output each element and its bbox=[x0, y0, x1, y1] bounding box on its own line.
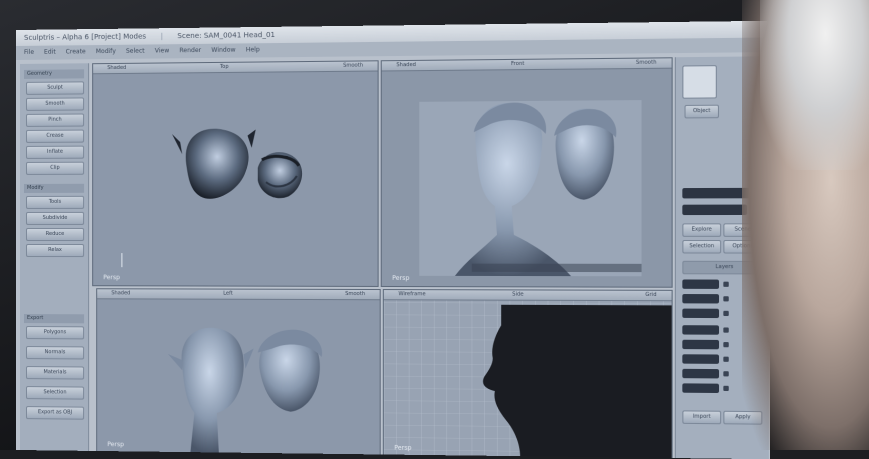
tool-inflate-button[interactable]: Inflate bbox=[26, 146, 84, 159]
menu-file[interactable]: File bbox=[24, 46, 34, 60]
modify-tools-button[interactable]: Tools bbox=[26, 196, 84, 209]
layer-visibility-icon[interactable] bbox=[723, 327, 728, 332]
modify-relax-button[interactable]: Relax bbox=[26, 244, 84, 257]
menu-modify[interactable]: Modify bbox=[96, 45, 116, 59]
layer-row[interactable] bbox=[682, 325, 719, 335]
scene-name: Scene: SAM_0041 Head_01 bbox=[177, 31, 275, 40]
left-tool-panel: Geometry Sculpt Smooth Pinch Crease Infl… bbox=[20, 63, 89, 451]
observer-hair bbox=[760, 0, 869, 170]
viewport-label: Persp bbox=[107, 441, 124, 448]
tool-smooth-button[interactable]: Smooth bbox=[26, 97, 84, 110]
panel-heading-geometry: Geometry bbox=[24, 69, 84, 79]
window-title: Sculptris – Alpha 6 [Project] Modes bbox=[24, 32, 146, 41]
object-button[interactable]: Object bbox=[684, 105, 719, 119]
menu-window[interactable]: Window bbox=[211, 44, 235, 58]
tool-sculpt-button[interactable]: Sculpt bbox=[26, 81, 84, 95]
layer-row[interactable] bbox=[682, 279, 719, 288]
layer-visibility-icon[interactable] bbox=[723, 371, 728, 376]
layer-row[interactable] bbox=[682, 354, 719, 364]
application-screen: Sculptris – Alpha 6 [Project] Modes | Sc… bbox=[16, 21, 770, 459]
menu-select[interactable]: Select bbox=[126, 45, 145, 59]
viewport-label: Persp bbox=[392, 275, 409, 282]
layer-visibility-icon[interactable] bbox=[723, 296, 728, 301]
tool-clip-button[interactable]: Clip bbox=[26, 162, 84, 175]
selection-button[interactable]: Selection bbox=[682, 240, 721, 254]
menu-create[interactable]: Create bbox=[66, 45, 86, 59]
tool-pinch-button[interactable]: Pinch bbox=[26, 113, 84, 126]
layer-row[interactable] bbox=[682, 340, 719, 350]
viewport-left[interactable]: Shaded Left Smooth Persp bbox=[96, 288, 381, 456]
tool-crease-button[interactable]: Crease bbox=[26, 130, 84, 143]
menu-view[interactable]: View bbox=[155, 44, 169, 58]
panel-heading-export: Export bbox=[24, 314, 84, 323]
head-profile-grid bbox=[384, 290, 672, 459]
layer-row[interactable] bbox=[682, 309, 719, 319]
menu-edit[interactable]: Edit bbox=[44, 46, 56, 60]
layer-visibility-icon[interactable] bbox=[723, 357, 728, 362]
layer-visibility-icon[interactable] bbox=[723, 311, 728, 316]
dark-slider-2[interactable] bbox=[682, 205, 747, 216]
head-top-view-mesh bbox=[93, 61, 377, 286]
export-selection-button[interactable]: Selection bbox=[26, 386, 84, 400]
cursor-icon[interactable] bbox=[682, 65, 717, 99]
viewport-side[interactable]: Wireframe Side Grid Persp bbox=[383, 289, 673, 459]
viewport-front[interactable]: Shaded Front Smooth Persp bbox=[381, 57, 673, 287]
layer-row[interactable] bbox=[682, 383, 719, 393]
two-heads-perspective-mesh bbox=[97, 289, 379, 455]
layer-visibility-icon[interactable] bbox=[723, 342, 728, 347]
export-obj-button[interactable]: Export as OBJ bbox=[26, 406, 84, 420]
menu-render[interactable]: Render bbox=[179, 44, 201, 58]
menu-help[interactable]: Help bbox=[246, 43, 260, 57]
viewport-top[interactable]: Shaded Top Smooth Persp bbox=[92, 60, 378, 287]
modify-subdivide-button[interactable]: Subdivide bbox=[26, 212, 84, 225]
explore-button[interactable]: Explore bbox=[682, 223, 721, 237]
two-heads-front-mesh bbox=[382, 58, 672, 286]
export-materials-button[interactable]: Materials bbox=[26, 366, 84, 379]
modify-reduce-button[interactable]: Reduce bbox=[26, 228, 84, 241]
panel-heading-modify: Modify bbox=[24, 184, 84, 193]
import-button[interactable]: Import bbox=[682, 410, 721, 424]
layer-visibility-icon[interactable] bbox=[723, 386, 728, 391]
viewport-label: Persp bbox=[103, 274, 120, 281]
axis-gizmo bbox=[121, 253, 122, 267]
viewport-label: Persp bbox=[394, 444, 411, 451]
layer-row[interactable] bbox=[682, 294, 719, 303]
layer-row[interactable] bbox=[682, 369, 719, 379]
layer-visibility-icon[interactable] bbox=[723, 282, 728, 287]
export-normals-button[interactable]: Normals bbox=[26, 346, 84, 359]
export-polygons-button[interactable]: Polygons bbox=[26, 326, 84, 339]
